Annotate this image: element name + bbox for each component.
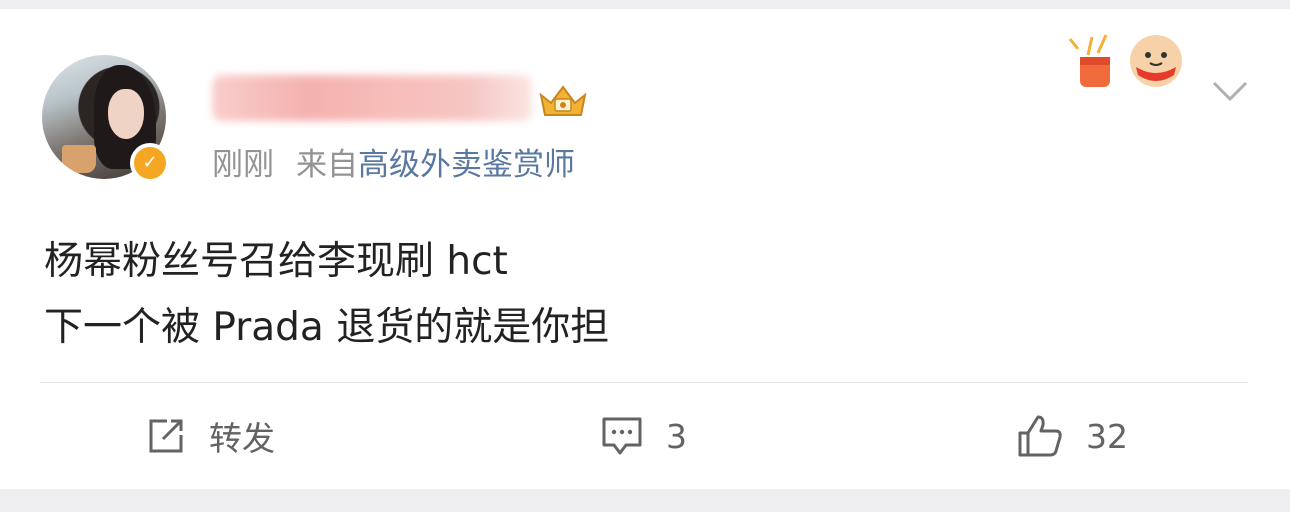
avatar-cup	[62, 145, 96, 173]
decoration-sticker-icon	[1068, 34, 1182, 87]
repost-label: 转发	[209, 419, 275, 458]
source-prefix: 来自	[296, 147, 358, 183]
divider	[40, 382, 1248, 383]
thumbs-up-icon	[1018, 415, 1062, 457]
username-redacted[interactable]	[212, 75, 532, 121]
repost-button[interactable]: 转发	[145, 411, 275, 461]
post-content: 杨幂粉丝号召给李现刷 hct 下一个被 Prada 退货的就是你担	[44, 229, 609, 361]
like-count: 32	[1086, 416, 1128, 456]
comment-icon	[602, 417, 642, 455]
source-link[interactable]: 高级外卖鉴赏师	[358, 147, 575, 183]
post-time: 刚刚	[212, 147, 274, 183]
post-card: ✓ 刚刚 来自高级外卖鉴赏师 杨幂粉丝号召给李现刷 hct 下一个被 Prada …	[0, 9, 1290, 489]
like-button[interactable]: 32	[1016, 411, 1128, 461]
chevron-down-icon[interactable]	[1210, 77, 1250, 107]
avatar-face	[108, 89, 144, 139]
comment-button[interactable]: 3	[600, 411, 687, 461]
content-line-1: 杨幂粉丝号召给李现刷 hct	[44, 239, 508, 284]
post-meta: 刚刚 来自高级外卖鉴赏师	[212, 139, 575, 184]
verified-badge-icon: ✓	[130, 143, 170, 183]
comment-count: 3	[666, 416, 687, 456]
content-line-2: 下一个被 Prada 退货的就是你担	[44, 305, 610, 350]
vip-crown-icon	[539, 85, 587, 116]
edit-share-icon	[149, 419, 183, 453]
